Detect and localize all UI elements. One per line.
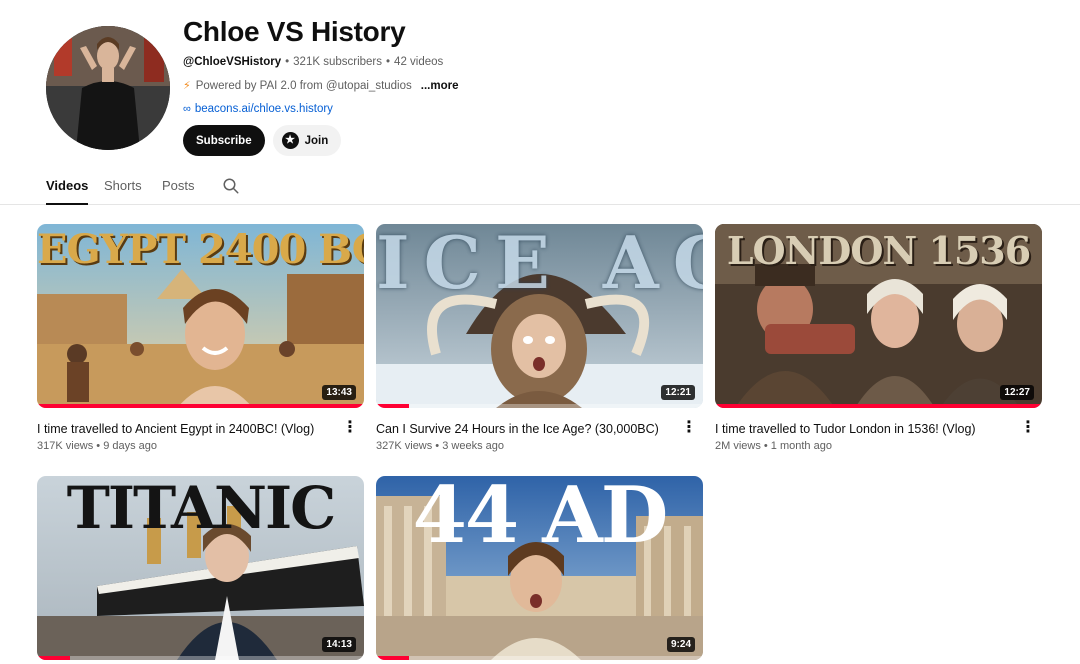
- video-title[interactable]: Can I Survive 24 Hours in the Ice Age? (…: [376, 421, 703, 437]
- progress-track: [376, 656, 703, 660]
- meta-separator: •: [386, 56, 391, 68]
- channel-tabs: Videos Shorts Posts: [0, 170, 1080, 205]
- join-label: Join: [304, 134, 329, 147]
- more-options-icon[interactable]: ⋮: [681, 420, 697, 436]
- video-duration: 9:24: [666, 637, 695, 652]
- subscribe-button[interactable]: Subscribe: [183, 125, 265, 156]
- video-duration: 14:13: [322, 637, 356, 652]
- star-icon: ★: [281, 132, 299, 149]
- video-duration: 13:43: [322, 385, 356, 400]
- watch-progress-bar: [37, 656, 70, 660]
- tab-videos[interactable]: Videos: [46, 178, 89, 205]
- channel-actions: Subscribe ★ Join: [183, 125, 458, 156]
- watch-progress-bar: [37, 404, 364, 408]
- tab-posts[interactable]: Posts: [162, 178, 195, 205]
- lightning-bolt-icon: ⚡: [183, 80, 191, 92]
- watch-progress-bar: [376, 404, 409, 408]
- thumbnail-text: LONDON 1536: [726, 228, 1031, 273]
- link-icon: ∞: [183, 103, 191, 115]
- watch-progress-bar: [376, 656, 409, 660]
- channel-link-text[interactable]: beacons.ai/chloe.vs.history: [195, 103, 333, 115]
- video-thumbnail[interactable]: LONDON 1536 12:27: [715, 224, 1042, 408]
- thumbnail-text: EGYPT 2400 BC: [37, 226, 364, 273]
- video-card[interactable]: 44 AD 9:24: [376, 476, 703, 660]
- more-options-icon[interactable]: ⋮: [342, 420, 358, 436]
- thumbnail-text: 44 AD: [412, 476, 669, 561]
- more-link[interactable]: ...more: [421, 80, 459, 92]
- video-thumbnail[interactable]: 44 AD 9:24: [376, 476, 703, 660]
- watch-progress-bar: [715, 404, 1042, 408]
- channel-link[interactable]: ∞ beacons.ai/chloe.vs.history: [183, 103, 458, 115]
- channel-avatar[interactable]: [46, 26, 170, 150]
- video-duration: 12:27: [1000, 385, 1034, 400]
- channel-title: Chloe VS History: [183, 16, 406, 47]
- video-title[interactable]: I time travelled to Ancient Egypt in 240…: [37, 421, 364, 437]
- more-options-icon[interactable]: ⋮: [1020, 420, 1036, 436]
- video-thumbnail[interactable]: EGYPT 2400 BC 13:43: [37, 224, 364, 408]
- channel-info: Chloe VS History @ChloeVSHistory • 321K …: [183, 16, 458, 156]
- description-text: Powered by PAI 2.0 from @utopai_studios: [195, 79, 412, 92]
- channel-header: Chloe VS History @ChloeVSHistory • 321K …: [46, 16, 1046, 156]
- progress-track: [376, 404, 703, 408]
- video-count: 42 videos: [394, 56, 444, 68]
- progress-track: [37, 656, 364, 660]
- video-thumbnail[interactable]: ICE AGE 12:21: [376, 224, 703, 408]
- channel-description[interactable]: ⚡ Powered by PAI 2.0 from @utopai_studio…: [183, 79, 459, 93]
- thumbnail-text: TITANIC: [66, 476, 337, 542]
- video-meta: 327K views • 3 weeks ago: [376, 440, 504, 452]
- join-button[interactable]: ★ Join: [272, 125, 342, 156]
- thumbnail-text: ICE AGE: [376, 224, 703, 305]
- video-thumbnail[interactable]: TITANIC 14:13: [37, 476, 364, 660]
- video-title[interactable]: I time travelled to Tudor London in 1536…: [715, 421, 1042, 437]
- tab-shorts[interactable]: Shorts: [104, 178, 142, 205]
- video-card[interactable]: ICE AGE 12:21 Can I Survive 24 Hours in …: [376, 224, 703, 452]
- video-card[interactable]: TITANIC 14:13: [37, 476, 364, 660]
- video-card[interactable]: EGYPT 2400 BC 13:43 I time travelled to …: [37, 224, 364, 452]
- video-duration: 12:21: [661, 385, 695, 400]
- meta-separator: •: [285, 56, 290, 68]
- search-icon[interactable]: [222, 177, 240, 195]
- video-meta: 2M views • 1 month ago: [715, 440, 832, 452]
- channel-handle[interactable]: @ChloeVSHistory: [183, 56, 281, 68]
- video-card[interactable]: LONDON 1536 12:27 I time travelled to Tu…: [715, 224, 1042, 452]
- channel-meta: @ChloeVSHistory • 321K subscribers • 42 …: [183, 56, 458, 68]
- video-meta: 317K views • 9 days ago: [37, 440, 158, 452]
- subscriber-count: 321K subscribers: [293, 56, 383, 68]
